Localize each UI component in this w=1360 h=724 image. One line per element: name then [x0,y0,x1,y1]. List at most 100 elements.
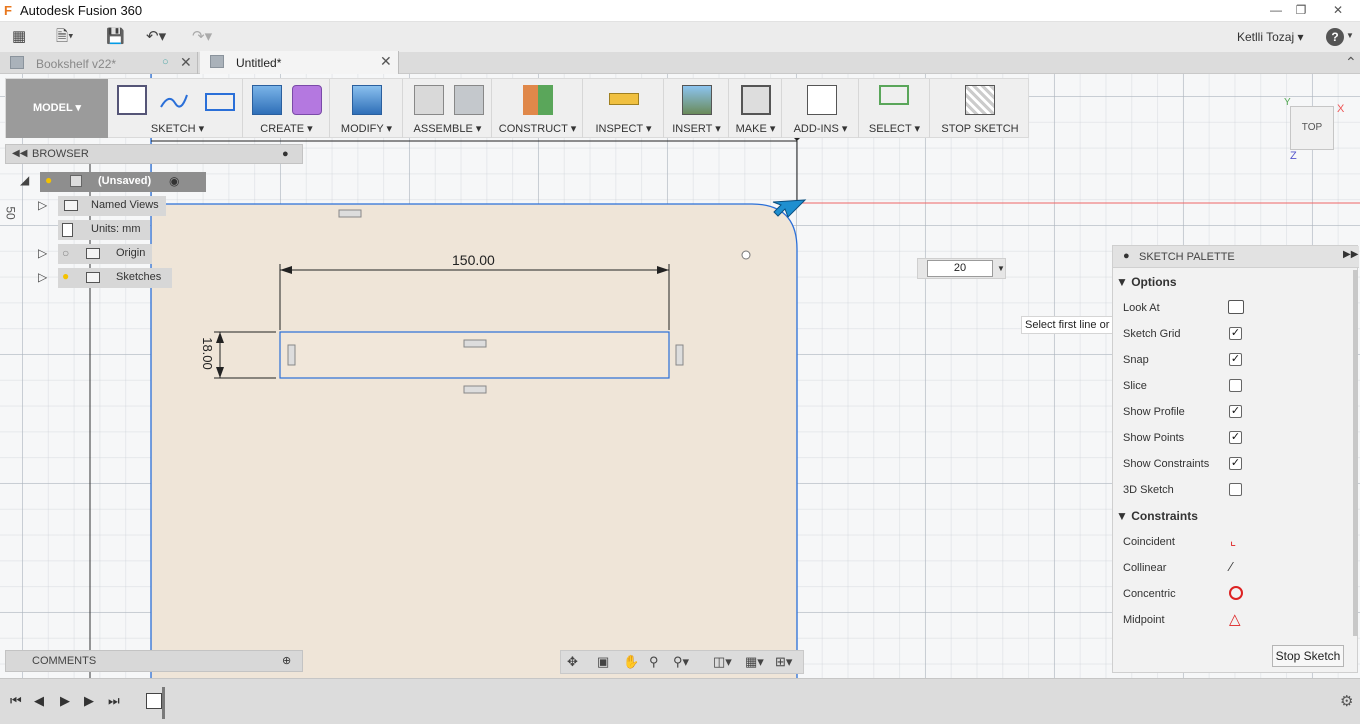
fit-icon[interactable]: ⚲▾ [673,654,689,670]
add-comment-icon[interactable]: ⊕ [282,654,291,667]
coincident-icon[interactable]: ⌞ [1230,533,1236,549]
stop-sketch-button[interactable]: Stop Sketch [1272,645,1344,667]
snap-checkbox[interactable]: ✓ [1229,353,1242,366]
display-settings-icon[interactable]: ◫▾ [713,654,732,670]
browser-item-origin[interactable]: ▷ ○ Origin [36,244,152,264]
3d-sketch-checkbox[interactable] [1229,483,1242,496]
slice-checkbox[interactable] [1229,379,1242,392]
user-menu[interactable]: Ketlli Tozaj ▾ [1237,30,1304,44]
inspect-group[interactable]: INSPECT ▾ [584,79,664,138]
zoom-icon[interactable]: ⚲ [649,654,659,670]
tab-bookshelf[interactable]: Bookshelf v22* ○ ✕ [0,52,198,74]
lightbulb-icon[interactable]: ○ [62,246,69,260]
close-tab-icon[interactable]: ✕ [380,53,392,70]
step-forward-icon[interactable]: ▶ [84,693,94,709]
look-at-nav-icon[interactable]: ▣ [597,654,609,670]
timeline-settings-icon[interactable]: ⚙ [1340,692,1353,710]
width-dimension-text[interactable]: 150.00 [452,252,495,268]
sketch-timeline-feature-icon[interactable] [146,693,162,709]
orbit-icon[interactable]: ✥ [567,654,578,670]
browser-item-units[interactable]: Units: mm [58,220,150,240]
press-pull-icon[interactable] [352,85,382,115]
sketch-grid-checkbox[interactable]: ✓ [1229,327,1242,340]
stop-sketch-group[interactable]: STOP SKETCH [931,79,1029,138]
add-ins-group[interactable]: ADD-INS ▾ [783,79,859,138]
height-dimension-text[interactable]: 18.00 [200,337,215,370]
browser-item-named-views[interactable]: ▷ Named Views [36,196,166,216]
new-component-icon[interactable] [414,85,444,115]
select-group[interactable]: SELECT ▾ [860,79,930,138]
tree-node[interactable]: ○ Origin [58,244,152,264]
file-menu-icon[interactable]: 🗎▾ [56,28,74,46]
form-icon[interactable] [292,85,322,115]
tab-untitled[interactable]: Untitled* ✕ [200,51,399,74]
close-tab-icon[interactable]: ✕ [180,54,192,71]
minimize-icon[interactable]: — [1264,1,1288,19]
3d-print-icon[interactable] [741,85,771,115]
extrude-icon[interactable] [252,85,282,115]
make-group[interactable]: MAKE ▾ [730,79,782,138]
create-group[interactable]: CREATE ▾ [244,79,330,138]
viewports-icon[interactable]: ⊞▾ [775,654,792,670]
assemble-group[interactable]: ASSEMBLE ▾ [404,79,492,138]
show-constraints-checkbox[interactable]: ✓ [1229,457,1242,470]
pan-icon[interactable]: ✋ [623,654,639,670]
modify-group[interactable]: MODIFY ▾ [331,79,403,138]
browser-item-sketches[interactable]: ▷ ● Sketches [36,268,174,288]
view-cube-face[interactable]: TOP [1302,122,1322,133]
palette-collapse-icon[interactable]: ● [1123,250,1130,262]
select-window-icon[interactable] [879,85,909,105]
expand-icon[interactable]: ▷ [38,246,47,260]
browser-root[interactable]: ◢ ● (Unsaved) ◉ [18,172,206,192]
help-icon[interactable]: ? [1326,28,1344,46]
play-icon[interactable]: ▶ [60,693,70,709]
restore-icon[interactable]: ❐ [1289,1,1313,19]
stop-sketch-icon[interactable] [965,85,995,115]
spline-icon[interactable] [159,85,189,115]
activate-radio-icon[interactable]: ◉ [169,174,179,188]
show-points-checkbox[interactable]: ✓ [1229,431,1242,444]
lightbulb-icon[interactable]: ● [45,173,52,187]
browser-panel-header[interactable]: ◀◀ BROWSER ● [5,144,303,164]
expand-icon[interactable]: ▷ [38,198,47,212]
redo-icon[interactable]: ↷▾ [192,28,212,46]
rectangle-icon[interactable] [205,93,235,111]
root-node[interactable]: ● (Unsaved) ◉ [40,172,206,192]
show-profile-checkbox[interactable]: ✓ [1229,405,1242,418]
view-cube[interactable]: TOP [1290,106,1334,150]
insert-image-icon[interactable] [682,85,712,115]
joint-icon[interactable] [454,85,484,115]
go-to-end-icon[interactable]: ⏭ [108,693,120,709]
midpoint-icon[interactable]: △ [1229,610,1241,628]
concentric-icon[interactable] [1229,586,1243,600]
expand-icon[interactable]: ◢ [20,173,29,187]
undo-icon[interactable]: ↶▾ [146,28,166,46]
browser-toggle-icon[interactable]: ● [282,148,289,160]
measure-icon[interactable] [609,93,639,105]
collapse-toolbar-icon[interactable]: ⌃ [1345,54,1357,71]
offset-plane-icon[interactable] [523,85,553,115]
save-icon[interactable]: 💾 [106,28,125,46]
grid-settings-icon[interactable]: ▦▾ [745,654,764,670]
sketch-group[interactable]: SKETCH ▾ [113,79,243,138]
insert-group[interactable]: INSERT ▾ [665,79,729,138]
construct-group[interactable]: CONSTRUCT ▾ [493,79,583,138]
go-to-start-icon[interactable]: ⏮ [10,693,22,709]
close-window-icon[interactable]: ✕ [1326,1,1350,19]
step-back-icon[interactable]: ◀ [34,693,44,709]
tree-node[interactable]: Units: mm [58,220,150,240]
lightbulb-icon[interactable]: ● [62,269,69,283]
data-panel-grid-icon[interactable]: ▦ [12,28,26,46]
collapse-browser-icon[interactable]: ◀◀ [12,148,27,159]
fillet-radius-input[interactable]: 20 [927,260,993,277]
scripts-icon[interactable] [807,85,837,115]
timeline-marker[interactable] [162,687,165,719]
workspace-switcher[interactable]: MODEL ▾ [6,79,108,138]
tree-node[interactable]: Named Views [58,196,166,216]
create-sketch-icon[interactable] [117,85,147,115]
help-caret-icon[interactable]: ▼ [1346,31,1354,40]
options-section[interactable]: ▼ Options [1116,275,1177,289]
palette-expand-icon[interactable]: ▶▶ [1343,249,1358,260]
expand-icon[interactable]: ▷ [38,270,47,284]
fillet-dropdown-caret-icon[interactable]: ▼ [997,264,1005,273]
